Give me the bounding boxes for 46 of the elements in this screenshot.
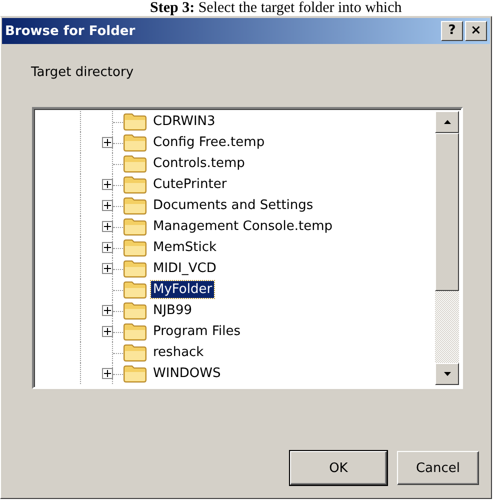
expand-toggle-icon[interactable] xyxy=(102,242,113,253)
folder-label[interactable]: CutePrinter xyxy=(151,176,229,193)
folder-label[interactable]: Config Free.temp xyxy=(151,134,267,151)
folder-icon xyxy=(123,364,147,382)
window-title: Browse for Folder xyxy=(5,24,136,38)
prompt-text: Target directory xyxy=(30,64,135,82)
title-bar-button[interactable]: × xyxy=(465,21,487,41)
folder-icon xyxy=(123,280,147,298)
dialog-button[interactable]: OK xyxy=(290,451,387,485)
expand-toggle-icon[interactable] xyxy=(102,137,113,148)
expand-toggle-icon[interactable] xyxy=(102,368,113,379)
folder-icon xyxy=(123,196,147,214)
folder-icon xyxy=(123,238,147,256)
folder-label[interactable]: Documents and Settings xyxy=(151,197,316,214)
folder-label[interactable]: WINDOWS xyxy=(151,365,223,382)
scroll-up-icon[interactable] xyxy=(435,111,459,133)
dialog-button[interactable]: Cancel xyxy=(396,451,479,485)
step-caption: Step 3: Select the target folder into which xyxy=(149,0,403,16)
folder-label[interactable]: Program Files xyxy=(151,323,243,340)
folder-label[interactable]: NJB99 xyxy=(151,302,194,319)
scrollbar[interactable] xyxy=(435,111,459,385)
expand-toggle-icon[interactable] xyxy=(102,200,113,211)
folder-icon xyxy=(123,112,147,130)
folder-label[interactable]: Controls.temp xyxy=(151,155,247,172)
folder-label[interactable]: CDRWIN3 xyxy=(151,113,218,130)
folder-icon xyxy=(123,260,147,278)
folder-icon xyxy=(123,176,147,194)
folder-icon xyxy=(123,302,147,320)
expand-toggle-icon[interactable] xyxy=(102,263,113,274)
scroll-down-icon[interactable] xyxy=(435,363,459,385)
expand-toggle-icon[interactable] xyxy=(102,326,113,337)
folder-label[interactable]: MemStick xyxy=(151,239,219,256)
folder-icon xyxy=(123,218,147,236)
scroll-thumb[interactable] xyxy=(435,133,459,291)
folder-icon xyxy=(123,344,147,362)
folder-label[interactable]: reshack xyxy=(151,344,206,361)
folder-label[interactable]: MyFolder xyxy=(151,281,214,298)
folder-icon xyxy=(123,154,147,172)
folder-icon xyxy=(123,134,147,152)
folder-icon xyxy=(123,322,147,340)
folder-label[interactable]: Management Console.temp xyxy=(151,218,335,235)
expand-toggle-icon[interactable] xyxy=(102,221,113,232)
expand-toggle-icon[interactable] xyxy=(102,179,113,190)
folder-label[interactable]: MIDI_VCD xyxy=(151,260,218,277)
expand-toggle-icon[interactable] xyxy=(102,305,113,316)
title-bar-button[interactable]: ? xyxy=(441,21,463,41)
